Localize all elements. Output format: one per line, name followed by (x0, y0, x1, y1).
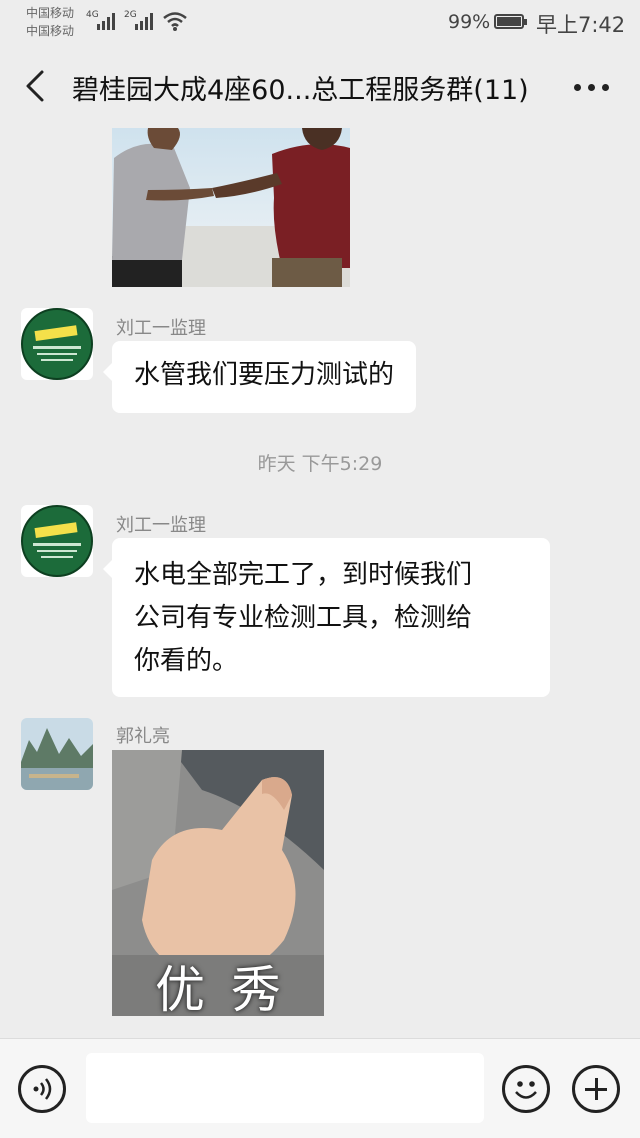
status-bar: 中国移动 中国移动 4G 2G 99% 早上7:42 (0, 0, 640, 44)
voice-icon[interactable] (18, 1065, 66, 1113)
message-bubble[interactable]: 水电全部完工了，到时候我们 公司有专业检测工具，检测给 你看的。 (103, 538, 550, 697)
message-list[interactable]: 刘工一监理 水管我们要压力测试的 昨天 下午5:29 刘工一监理 水电全部完工了… (0, 128, 640, 1038)
sticker-caption: 优秀 (155, 961, 307, 1016)
wifi-icon (163, 12, 187, 31)
battery-icon (494, 14, 527, 29)
carrier-2: 中国移动 (26, 24, 75, 38)
signal-2-icon (134, 12, 156, 30)
time-separator: 昨天 下午5:29 (257, 453, 383, 475)
handshake-photo[interactable] (112, 128, 350, 287)
message-bubble[interactable]: 水管我们要压力测试的 (102, 341, 417, 413)
emoji-icon[interactable] (502, 1065, 550, 1113)
input-bar (0, 1038, 640, 1138)
avatar-liu[interactable] (21, 505, 93, 577)
sender-name: 郭礼亮 (116, 726, 170, 747)
avatar-liu[interactable] (21, 308, 93, 380)
thumbs-up-sticker[interactable]: 优秀 (112, 750, 324, 1016)
message-line: 公司有专业检测工具，检测给 (134, 603, 473, 633)
back-chevron-icon[interactable] (22, 69, 52, 103)
sender-name: 刘工一监理 (116, 318, 206, 339)
chat-header: 碧桂园大成4座60...总工程服务群(11) (0, 44, 640, 128)
clock: 早上7:42 (536, 13, 626, 37)
signal-1-icon (96, 12, 118, 30)
plus-icon[interactable] (572, 1065, 620, 1113)
more-options-icon[interactable] (572, 84, 612, 94)
avatar-guo[interactable] (21, 718, 93, 790)
message-line: 你看的。 (134, 646, 239, 676)
chat-title[interactable]: 碧桂园大成4座60...总工程服务群(11) (72, 68, 529, 107)
carrier-labels: 中国移动 中国移动 (26, 4, 74, 40)
carrier-1: 中国移动 (26, 6, 75, 20)
message-input[interactable] (86, 1053, 484, 1123)
battery-percent: 99% (448, 11, 491, 33)
sender-name: 刘工一监理 (116, 515, 206, 536)
message-line: 水电全部完工了，到时候我们 (134, 560, 473, 590)
